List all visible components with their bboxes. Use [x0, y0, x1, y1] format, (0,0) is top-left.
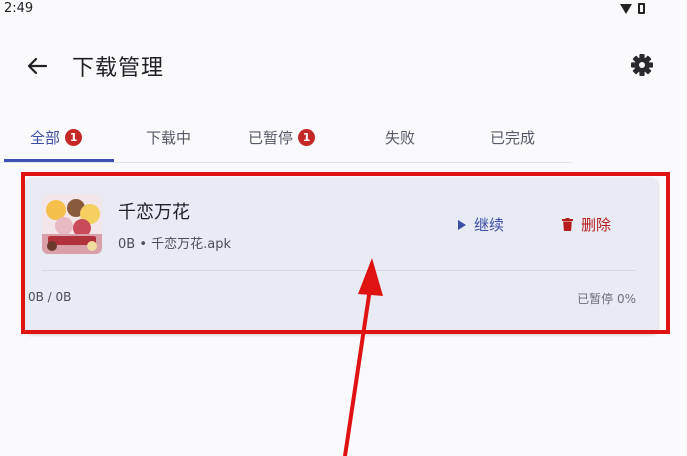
download-bytes: 0B / 0B [28, 290, 72, 304]
status-icons [620, 3, 645, 14]
tab-label: 下载中 [146, 128, 192, 147]
app-bar: 下载管理 [0, 40, 687, 92]
download-status: 已暂停 0% [577, 292, 636, 306]
download-title: 千恋万花 [118, 202, 190, 223]
delete-label: 删除 [581, 216, 612, 234]
wifi-icon [620, 3, 632, 14]
status-bar: 2:49 [0, 0, 687, 26]
divider [42, 270, 636, 271]
tab-badge: 1 [65, 128, 83, 146]
play-icon [458, 219, 466, 230]
gear-icon [631, 54, 653, 76]
tab-all[interactable]: 全部 1 [30, 114, 83, 160]
tab-downloading[interactable]: 下载中 [146, 114, 191, 160]
download-subtitle: 0B • 千恋万花.apk [118, 237, 232, 252]
resume-button[interactable]: 继续 [458, 214, 504, 235]
page-title: 下载管理 [72, 56, 165, 81]
tab-paused[interactable]: 已暂停 1 [248, 114, 316, 160]
tab-badge: 1 [298, 128, 316, 146]
tab-label: 全部 [30, 128, 61, 147]
status-time: 2:49 [4, 1, 34, 16]
back-button[interactable] [20, 50, 54, 82]
tab-failed[interactable]: 失败 [385, 114, 415, 160]
tab-indicator [4, 159, 114, 162]
app-thumbnail [42, 194, 102, 254]
tab-completed[interactable]: 已完成 [490, 114, 535, 160]
settings-button[interactable] [626, 49, 658, 81]
arrow-left-icon [27, 57, 48, 75]
tab-label: 已完成 [490, 128, 536, 147]
download-item-card[interactable]: 千恋万花 0B • 千恋万花.apk 继续 删除 0B / 0B 已暂停 0% [26, 178, 658, 334]
tab-label: 已暂停 [248, 128, 294, 147]
tab-bar: 全部 1 下载中 已暂停 1 失败 已完成 [0, 114, 572, 163]
battery-icon [638, 3, 645, 14]
resume-label: 继续 [474, 216, 505, 234]
trash-icon [562, 218, 573, 231]
delete-button[interactable]: 删除 [562, 214, 611, 235]
tab-label: 失败 [385, 128, 416, 147]
